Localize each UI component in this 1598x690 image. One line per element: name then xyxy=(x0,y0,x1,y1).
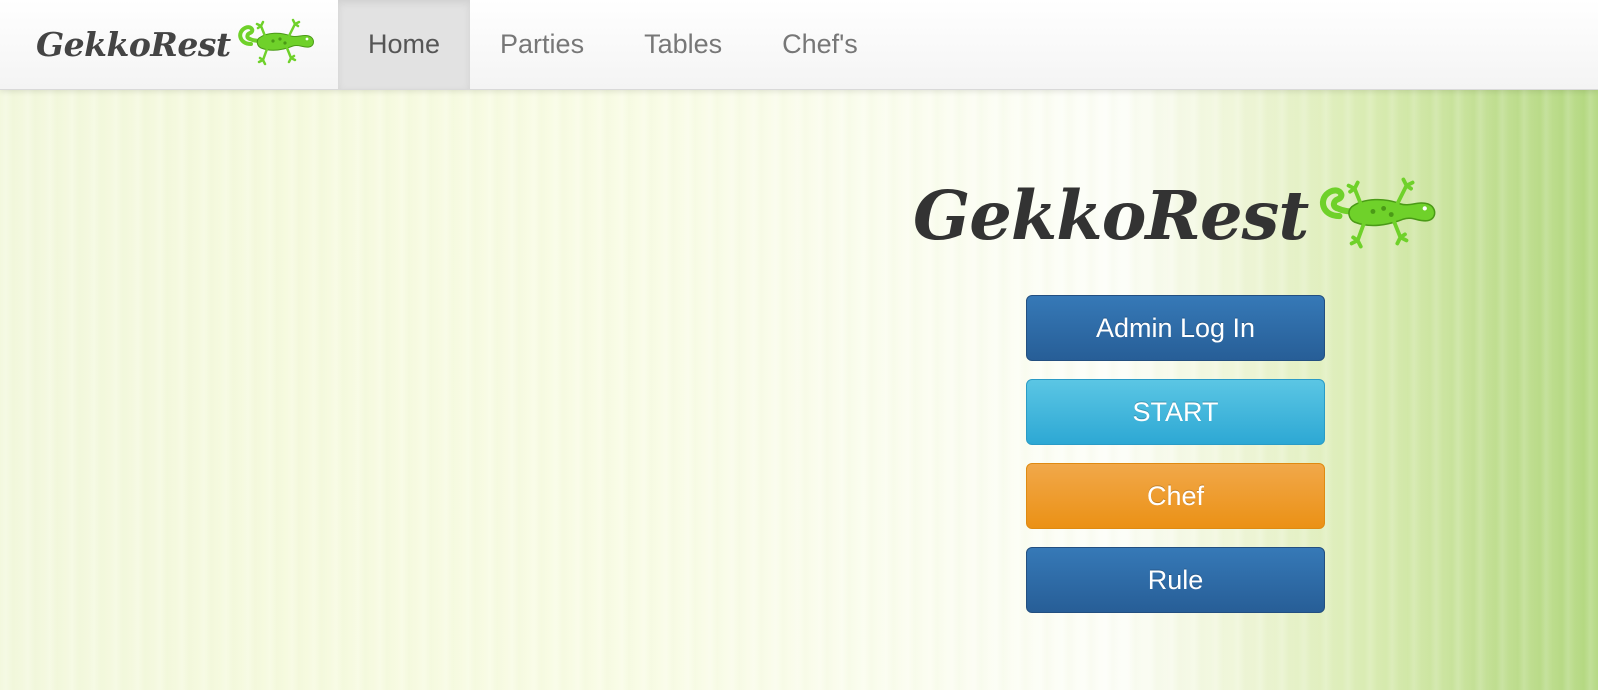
rule-button[interactable]: Rule xyxy=(1026,547,1325,613)
brand-logo-link[interactable]: GekkoRest xyxy=(0,0,338,89)
chef-button[interactable]: Chef xyxy=(1026,463,1325,529)
nav-item-chefs[interactable]: Chef's xyxy=(752,0,888,89)
gecko-icon xyxy=(231,14,317,75)
gecko-icon xyxy=(1308,170,1440,261)
nav-item-tables[interactable]: Tables xyxy=(614,0,752,89)
start-button[interactable]: START xyxy=(1026,379,1325,445)
nav-item-home[interactable]: Home xyxy=(338,0,471,89)
nav-item-parties[interactable]: Parties xyxy=(470,0,614,89)
hero-logo-text: GekkoRest xyxy=(913,176,1309,255)
hero-logo: GekkoRest xyxy=(913,170,1440,261)
top-navbar: GekkoRest Home Parties Tables Chef's xyxy=(0,0,1598,90)
admin-login-button[interactable]: Admin Log In xyxy=(1026,295,1325,361)
brand-logo-text: GekkoRest xyxy=(36,25,231,64)
